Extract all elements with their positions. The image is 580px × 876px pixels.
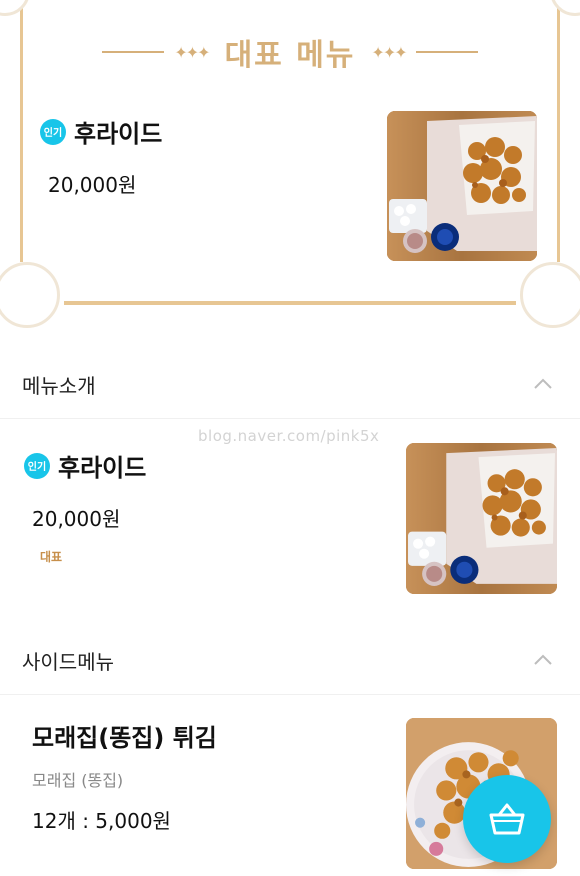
menu-item[interactable]: 모래집(똥집) 튀김 모래집 (똥집) 12개 : 5,000원 [32, 718, 217, 834]
item-price: 20,000원 [32, 507, 121, 531]
item-subtitle: 모래집 (똥집) [32, 771, 124, 790]
frame-corner [0, 262, 60, 328]
frame-corner [0, 0, 30, 16]
frame-corner [550, 0, 580, 16]
popular-badge: 인기 [24, 452, 50, 479]
item-price: 20,000원 [48, 173, 137, 197]
signature-tag: 대표 [40, 550, 63, 564]
title-rule-left [102, 51, 165, 53]
fried-chicken-box-image [406, 443, 557, 594]
featured-item[interactable]: 인기 후라이드 20,000원 [40, 114, 162, 198]
chevron-up-icon[interactable] [532, 649, 554, 671]
watermark-text: blog.naver.com/pink5x [198, 427, 380, 445]
section-header-menu-intro[interactable]: 메뉴소개 [0, 350, 580, 419]
frame-border-bottom [64, 301, 516, 305]
featured-title: 대표 메뉴 [224, 38, 356, 73]
item-price: 12개 : 5,000원 [32, 809, 171, 833]
title-rule-right [415, 51, 478, 53]
menu-item-photo[interactable] [406, 443, 557, 594]
section-title: 사이드메뉴 [22, 649, 114, 674]
section-title: 메뉴소개 [22, 373, 96, 398]
chevron-up-icon[interactable] [532, 373, 554, 395]
sparkle-icon: ✦✦✦ [371, 42, 407, 62]
fried-chicken-box-image [387, 111, 537, 261]
basket-icon [489, 803, 525, 835]
featured-item-photo[interactable] [387, 111, 537, 261]
sparkle-icon: ✦✦✦ [174, 42, 210, 62]
section-header-side-menu[interactable]: 사이드메뉴 [0, 626, 580, 695]
item-name: 모래집(똥집) 튀김 [32, 724, 217, 752]
menu-item[interactable]: 인기 후라이드 20,000원 대표 [24, 448, 146, 565]
item-name: 후라이드 [74, 120, 163, 148]
popular-badge: 인기 [40, 118, 66, 145]
item-name: 후라이드 [58, 454, 147, 482]
cart-button[interactable] [463, 775, 551, 863]
frame-corner [520, 262, 580, 328]
featured-title-row: ✦✦✦ 대표 메뉴 ✦✦✦ [0, 30, 580, 74]
